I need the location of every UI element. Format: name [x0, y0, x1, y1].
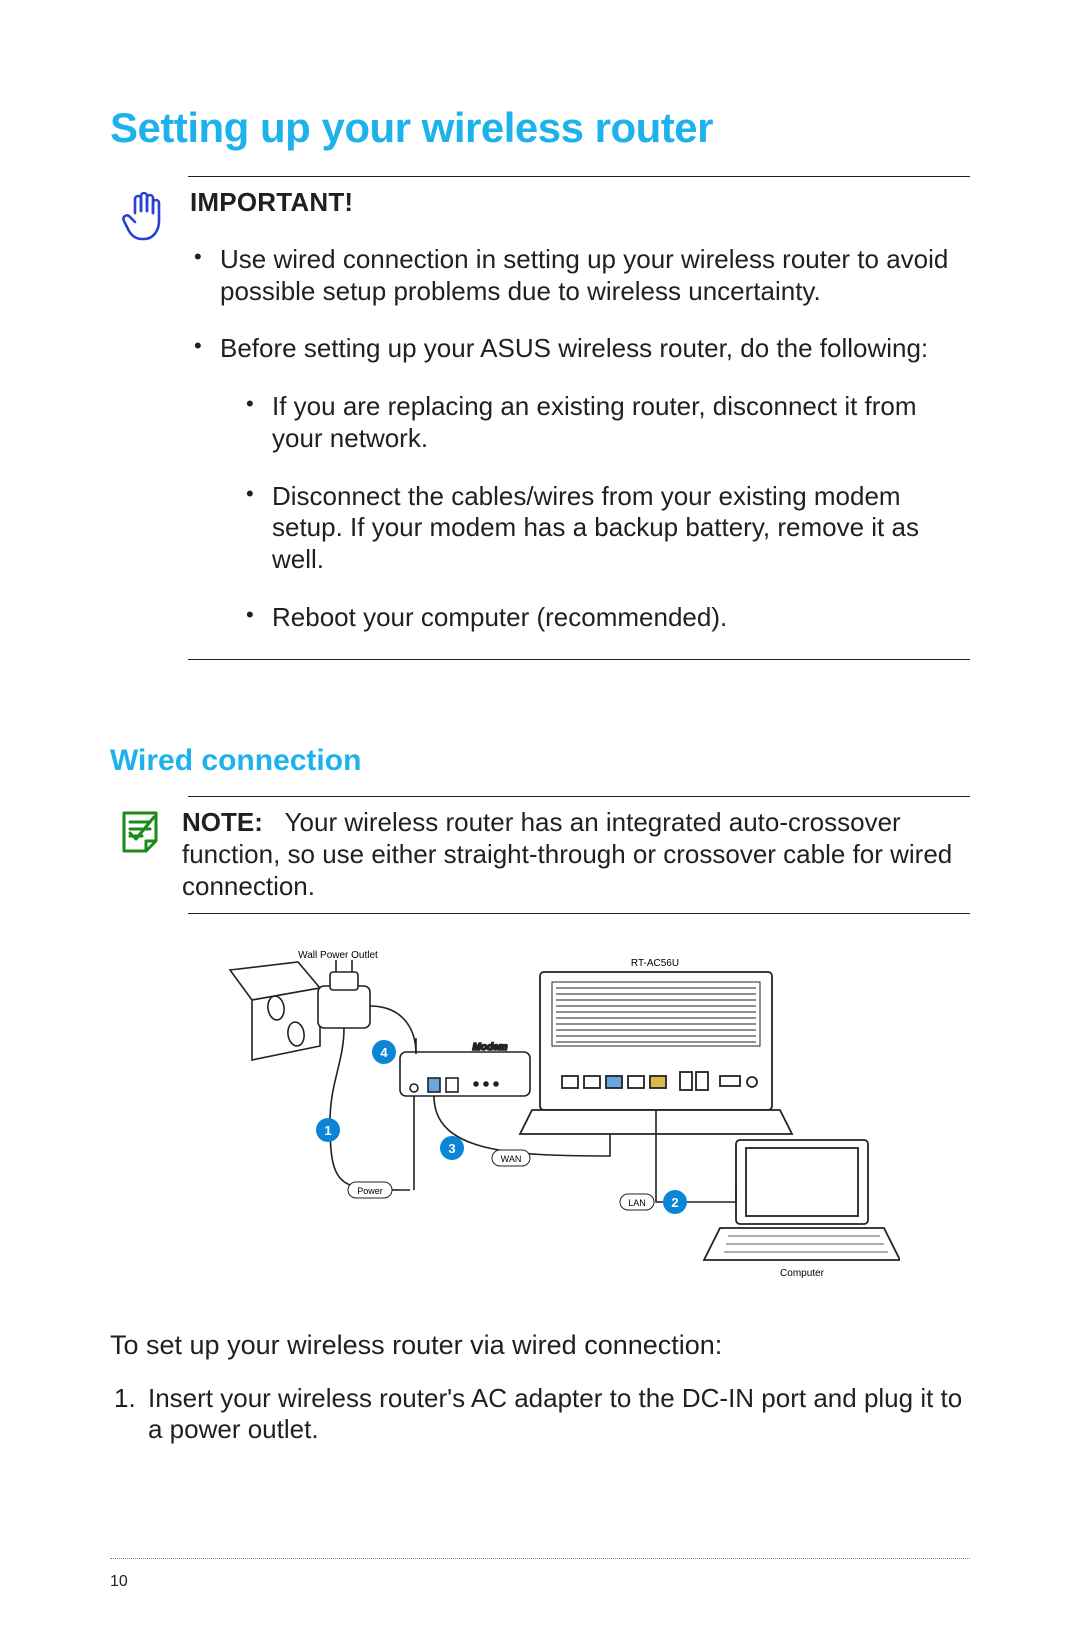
divider — [188, 913, 970, 914]
note-text: NOTE: Your wireless router has an integr… — [182, 807, 970, 902]
bullet-text: Before setting up your ASUS wireless rou… — [220, 333, 928, 363]
note-callout: NOTE: Your wireless router has an integr… — [116, 807, 970, 902]
hand-icon — [121, 189, 167, 248]
wan-label-pill: WAN — [492, 1150, 530, 1166]
power-label-pill: Power — [348, 1182, 392, 1198]
footer-divider — [110, 1558, 970, 1559]
sub-bullet-item: Disconnect the cables/wires from your ex… — [246, 481, 964, 576]
router-label: RT-AC56U — [631, 958, 679, 969]
router-icon — [520, 972, 792, 1134]
callout-2: 2 — [671, 1195, 678, 1210]
sub-bullet-item: Reboot your computer (recommended). — [246, 602, 964, 634]
lead-text: To set up your wireless router via wired… — [110, 1330, 970, 1361]
divider — [188, 796, 970, 797]
sub-bullet-item: If you are replacing an existing router,… — [246, 391, 964, 454]
note-icon — [116, 842, 164, 859]
lan-label-pill: LAN — [620, 1194, 654, 1210]
bullet-item: Use wired connection in setting up your … — [194, 244, 964, 307]
steps-list: Insert your wireless router's AC adapter… — [110, 1383, 970, 1446]
svg-text:LAN: LAN — [628, 1198, 646, 1208]
note-body: Your wireless router has an integrated a… — [182, 807, 952, 900]
page-title: Setting up your wireless router — [110, 104, 970, 152]
step-item: Insert your wireless router's AC adapter… — [114, 1383, 970, 1446]
computer-label: Computer — [780, 1268, 825, 1279]
important-bullet-list: Use wired connection in setting up your … — [190, 244, 964, 633]
page-number: 10 — [110, 1573, 128, 1591]
bullet-item: Before setting up your ASUS wireless rou… — [194, 333, 964, 633]
wall-outlet-icon — [230, 962, 320, 1060]
note-label: NOTE: — [182, 807, 263, 837]
divider — [188, 176, 970, 177]
svg-text:WAN: WAN — [501, 1154, 522, 1164]
callout-1: 1 — [324, 1123, 331, 1138]
section-heading: Wired connection — [110, 744, 970, 778]
connection-diagram: Wall Power Outlet Modem — [110, 942, 970, 1282]
computer-icon — [704, 1140, 900, 1260]
callout-4: 4 — [380, 1045, 388, 1060]
important-callout: IMPORTANT! Use wired connection in setti… — [116, 187, 970, 659]
important-sub-list: If you are replacing an existing router,… — [220, 391, 964, 633]
modem-label: Modem — [473, 1042, 508, 1053]
divider — [188, 659, 970, 660]
callout-3: 3 — [448, 1141, 455, 1156]
important-label: IMPORTANT! — [190, 187, 964, 218]
power-adapter-icon — [318, 960, 416, 1122]
svg-text:Power: Power — [357, 1186, 383, 1196]
wall-outlet-label: Wall Power Outlet — [298, 950, 378, 961]
